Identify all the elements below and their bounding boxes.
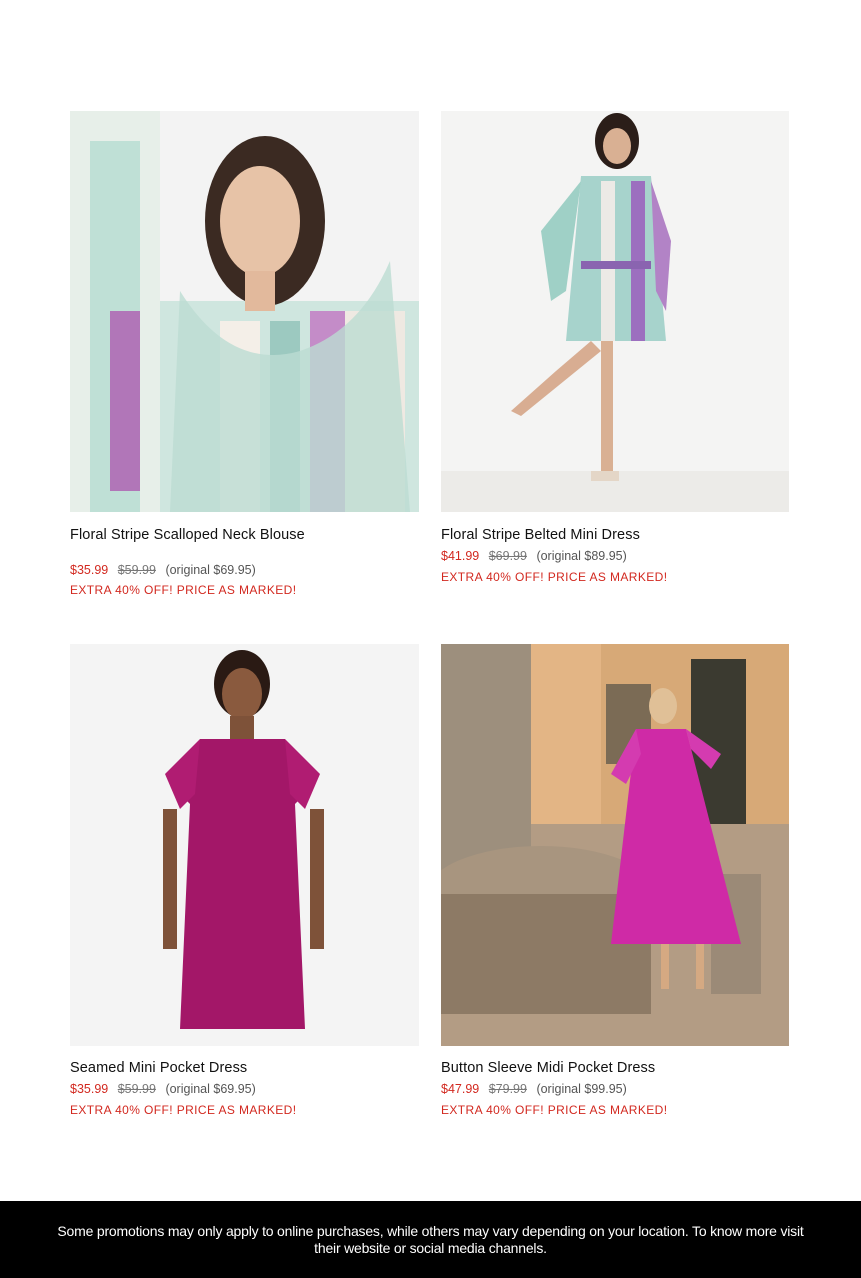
product-image-2[interactable] bbox=[441, 111, 789, 512]
product-image-3[interactable] bbox=[70, 644, 419, 1046]
disclaimer-text: Some promotions may only apply to online… bbox=[57, 1222, 804, 1256]
product-title[interactable]: Button Sleeve Midi Pocket Dress bbox=[441, 1060, 681, 1077]
price-row: $35.99 $59.99 (original $69.95) bbox=[70, 563, 256, 577]
footer-disclaimer-bar: Some promotions may only apply to online… bbox=[0, 1201, 861, 1278]
product-image-4[interactable] bbox=[441, 644, 789, 1046]
price-row: $41.99 $69.99 (original $89.95) bbox=[441, 549, 627, 563]
promo-text: EXTRA 40% OFF! PRICE AS MARKED! bbox=[70, 583, 297, 597]
original-price: (original $69.95) bbox=[165, 1082, 256, 1096]
original-price: (original $69.95) bbox=[165, 563, 256, 577]
promo-text: EXTRA 40% OFF! PRICE AS MARKED! bbox=[441, 570, 668, 584]
sale-price: $35.99 bbox=[70, 1082, 109, 1096]
was-price: $69.99 bbox=[488, 549, 527, 563]
original-price: (original $99.95) bbox=[536, 1082, 627, 1096]
original-price: (original $89.95) bbox=[536, 549, 627, 563]
product-title[interactable]: Floral Stripe Belted Mini Dress bbox=[441, 527, 681, 544]
sale-price: $35.99 bbox=[70, 563, 109, 577]
product-title[interactable]: Floral Stripe Scalloped Neck Blouse bbox=[70, 527, 310, 544]
was-price: $59.99 bbox=[117, 1082, 156, 1096]
sale-price: $41.99 bbox=[441, 549, 480, 563]
product-image-1[interactable] bbox=[70, 111, 419, 512]
was-price: $79.99 bbox=[488, 1082, 527, 1096]
promo-text: EXTRA 40% OFF! PRICE AS MARKED! bbox=[441, 1103, 668, 1117]
price-row: $47.99 $79.99 (original $99.95) bbox=[441, 1082, 627, 1096]
sale-price: $47.99 bbox=[441, 1082, 480, 1096]
was-price: $59.99 bbox=[117, 563, 156, 577]
product-title[interactable]: Seamed Mini Pocket Dress bbox=[70, 1060, 310, 1077]
price-row: $35.99 $59.99 (original $69.95) bbox=[70, 1082, 256, 1096]
promo-text: EXTRA 40% OFF! PRICE AS MARKED! bbox=[70, 1103, 297, 1117]
